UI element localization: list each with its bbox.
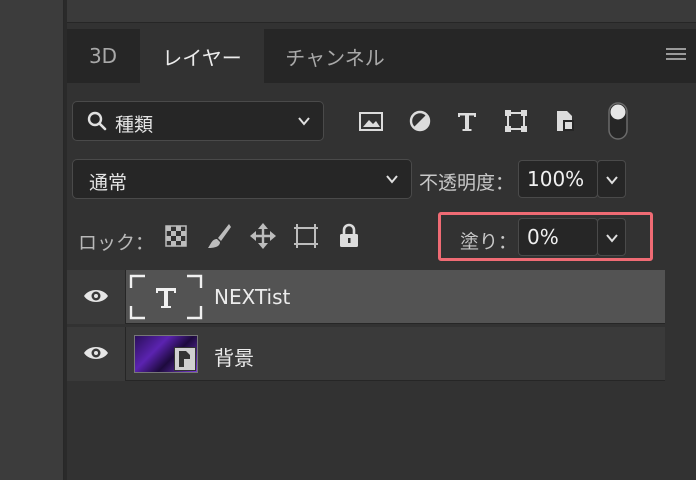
panel-tab-bar: 3D レイヤー チャンネル: [67, 29, 696, 83]
chevron-down-icon: [298, 117, 310, 126]
layer-row-background[interactable]: 背景: [67, 327, 665, 381]
fill-label: 塗り：: [460, 231, 518, 253]
adjustment-layer-filter-icon[interactable]: [407, 108, 433, 134]
visibility-column: [67, 270, 126, 324]
layers-panel: 3D レイヤー チャンネル 種類 通常 不透明度： 100% ロック： 塗り： …: [67, 0, 696, 480]
visibility-column: [67, 327, 126, 381]
tab-layers[interactable]: レイヤー: [140, 29, 264, 83]
empty-layers-area: [67, 382, 665, 480]
eye-icon[interactable]: [83, 344, 109, 362]
panel-menu-icon[interactable]: [666, 48, 686, 62]
tab-3d[interactable]: 3D: [67, 29, 139, 83]
lock-artboard-icon[interactable]: [292, 222, 320, 250]
lock-position-move-icon[interactable]: [249, 222, 277, 250]
pixel-layer-filter-icon[interactable]: [358, 108, 384, 134]
layer-row-text[interactable]: NEXTist: [67, 270, 665, 324]
smart-object-badge-icon: [174, 347, 196, 371]
chevron-down-icon: [606, 234, 618, 243]
chevron-down-icon: [606, 176, 618, 185]
eye-icon[interactable]: [83, 287, 109, 305]
fill-dropdown-button[interactable]: [597, 218, 626, 256]
top-panel-strip: [67, 0, 696, 23]
lock-image-pixels-brush-icon[interactable]: [206, 222, 232, 250]
opacity-label: 不透明度：: [419, 172, 515, 194]
layer-filter-select[interactable]: 種類: [72, 101, 324, 141]
lock-transparent-pixels-icon[interactable]: [165, 225, 187, 247]
left-toolbar-gutter: [0, 0, 67, 480]
layer-name: NEXTist: [214, 285, 291, 309]
search-icon: [87, 111, 107, 131]
tab-channels[interactable]: チャンネル: [265, 29, 405, 83]
blend-mode-value: 通常: [89, 172, 128, 194]
blend-mode-select[interactable]: 通常: [72, 159, 412, 199]
background-layer-thumbnail: [134, 335, 198, 373]
fill-input[interactable]: 0%: [518, 218, 598, 256]
chevron-down-icon: [386, 175, 398, 184]
lock-label: ロック：: [78, 232, 155, 254]
lock-all-icon[interactable]: [338, 223, 360, 249]
smart-object-filter-icon[interactable]: [552, 108, 578, 134]
filter-kind-label: 種類: [115, 114, 154, 136]
type-layer-filter-icon[interactable]: [454, 108, 480, 134]
opacity-input[interactable]: 100%: [518, 160, 598, 198]
layer-name: 背景: [214, 346, 254, 370]
text-layer-thumbnail-icon: [129, 274, 203, 320]
filter-toggle-switch[interactable]: [608, 102, 628, 140]
opacity-dropdown-button[interactable]: [597, 160, 626, 198]
shape-layer-filter-icon[interactable]: [503, 108, 529, 134]
